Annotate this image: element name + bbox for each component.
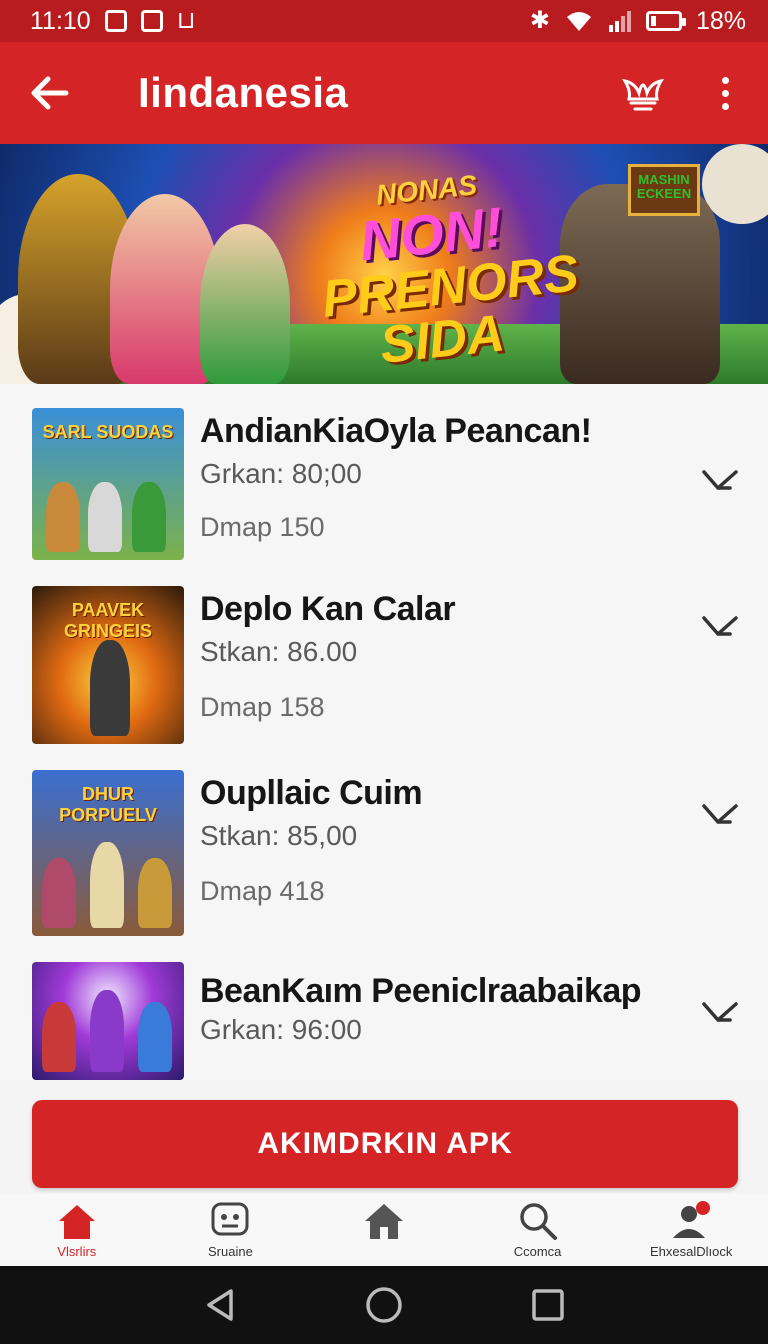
battery-icon xyxy=(645,11,686,31)
thumbnail-figure xyxy=(42,858,76,928)
thumbnail-title: DHUR PORPUELV xyxy=(59,784,157,825)
banner-headline: NONAS NON! PRENORS SIDA xyxy=(311,163,581,378)
bottom-navigation: Vlsrlirs Sruaine Ccomca EhxesalDlıock xyxy=(0,1194,768,1266)
item-price: Grkan: 96:00 xyxy=(200,1014,362,1045)
nav-label-home: Vlsrlirs xyxy=(57,1244,97,1259)
thumbnail-figure xyxy=(90,842,124,928)
status-bar: 11:10 ⊔ ✱ 18% xyxy=(0,0,768,42)
thumbnail-figure xyxy=(90,640,130,736)
thumbnail-title: SARL SUODAS xyxy=(42,422,174,442)
home-circle-icon[interactable] xyxy=(364,1285,404,1325)
chevron-down-icon[interactable] xyxy=(700,466,740,496)
game-thumbnail: SARL SUODAS xyxy=(32,408,184,560)
nav-item-center[interactable] xyxy=(307,1194,461,1266)
banner-sign: MASHIN ECKEEN xyxy=(628,164,700,216)
page-title: Iindanesia xyxy=(138,69,349,116)
recents-square-icon[interactable] xyxy=(531,1288,565,1322)
back-button[interactable] xyxy=(0,42,100,144)
thumbnail-figure xyxy=(46,482,80,552)
back-triangle-icon[interactable] xyxy=(203,1287,237,1323)
list-item[interactable]: DHUR PORPUELV Oupllaic Cuim Stkan: 85,00… xyxy=(0,770,768,936)
game-thumbnail: DHUR PORPUELV xyxy=(32,770,184,936)
message-notification-icon xyxy=(140,10,163,32)
item-title: Oupllaic Cuim xyxy=(200,774,423,812)
home-outline-icon xyxy=(362,1200,406,1242)
thumbnail-figure xyxy=(138,1002,172,1072)
signal-icon xyxy=(608,11,631,32)
search-icon xyxy=(516,1200,560,1242)
nav-item-search[interactable]: Ccomca xyxy=(461,1194,615,1266)
nav-item-profile[interactable]: EhxesalDlıock xyxy=(614,1194,768,1266)
nav-label-profile: EhxesalDlıock xyxy=(649,1244,733,1259)
status-time: 11:10 xyxy=(30,6,91,35)
item-price: Stkan: 85,00 xyxy=(200,820,358,851)
list-item[interactable]: SARL SUODAS AndianKiaOyla Peancan! Grkan… xyxy=(0,408,768,562)
more-vertical-icon xyxy=(721,76,729,110)
home-icon xyxy=(55,1200,99,1242)
bluetooth-icon: ✱ xyxy=(529,7,550,34)
thumbnail-figure xyxy=(132,482,166,552)
app-bar: Iindanesia xyxy=(0,42,768,144)
jester-action-button[interactable] xyxy=(604,42,682,144)
game-list: SARL SUODAS AndianKiaOyla Peancan! Grkan… xyxy=(0,384,768,1080)
nav-item-games[interactable]: Sruaine xyxy=(154,1194,308,1266)
item-meta: Dmap 150 xyxy=(200,512,325,542)
banner-character-fighter xyxy=(200,224,290,384)
nav-label-games: Sruaine xyxy=(207,1244,253,1259)
thumbnail-figure xyxy=(88,482,122,552)
item-price: Grkan: 80;00 xyxy=(200,458,362,489)
list-item[interactable]: BeanKaım Peeniclraabaikap Grkan: 96:00 xyxy=(0,962,768,1080)
gamepad-icon xyxy=(208,1200,252,1242)
thumbnail-figure xyxy=(138,858,172,928)
nav-item-home[interactable]: Vlsrlirs xyxy=(0,1194,154,1266)
download-apk-button[interactable]: AKIMDRKIN APK xyxy=(32,1100,738,1188)
battery-percent: 18% xyxy=(695,6,746,35)
media-notification-icon xyxy=(104,10,127,32)
chevron-down-icon[interactable] xyxy=(700,998,740,1028)
item-title: BeanKaım Peeniclraabaikap xyxy=(200,972,642,1010)
arrow-left-icon xyxy=(31,76,69,110)
more-button[interactable] xyxy=(682,42,768,144)
chevron-down-icon[interactable] xyxy=(700,612,740,642)
game-thumbnail: PAAVEK GRINGEIS xyxy=(32,586,184,744)
profile-icon xyxy=(669,1200,713,1242)
thumbnail-figure xyxy=(42,1002,76,1072)
list-item[interactable]: PAAVEK GRINGEIS Deplo Kan Calar Stkan: 8… xyxy=(0,586,768,744)
download-notification-icon: ⊔ xyxy=(176,7,196,34)
item-title: Deplo Kan Calar xyxy=(200,590,456,628)
promo-banner[interactable]: NONAS NON! PRENORS SIDA MASHIN ECKEEN xyxy=(0,144,768,384)
thumbnail-title: PAAVEK GRINGEIS xyxy=(63,600,152,641)
system-navigation-bar xyxy=(0,1266,768,1344)
item-title: AndianKiaOyla Peancan! xyxy=(200,412,592,450)
wifi-icon xyxy=(566,12,591,31)
nav-label-search: Ccomca xyxy=(513,1244,562,1259)
item-price: Stkan: 86.00 xyxy=(200,636,358,667)
game-thumbnail xyxy=(32,962,184,1080)
item-meta: Dmap 418 xyxy=(200,876,325,906)
thumbnail-figure xyxy=(90,990,124,1072)
chevron-down-icon[interactable] xyxy=(700,800,740,830)
item-meta: Dmap 158 xyxy=(200,692,325,722)
jester-hat-icon xyxy=(621,78,665,111)
